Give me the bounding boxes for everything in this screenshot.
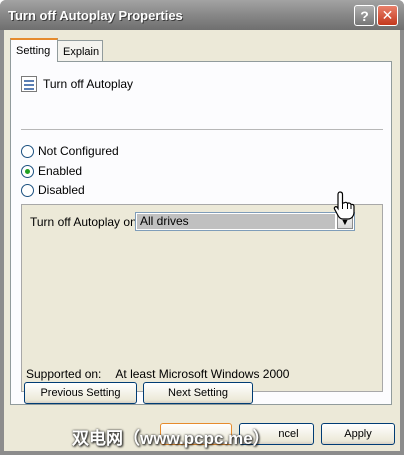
properties-dialog: Turn off Autoplay Properties ? ✕ Setting… [0,0,404,455]
watermark: 双电网（www.pcpc.me） [72,429,270,448]
radio-circle-icon[interactable] [21,183,34,197]
close-icon: ✕ [381,7,394,23]
window-title: Turn off Autoplay Properties [8,8,183,23]
tab-setting[interactable]: Setting [10,38,58,62]
option-label: Turn off Autoplay on: [30,215,141,229]
hand-cursor-icon [333,191,355,220]
radio-disabled[interactable]: Disabled [21,183,85,197]
help-icon: ? [360,7,369,24]
close-button[interactable]: ✕ [377,5,398,26]
setting-panel: Turn off Autoplay Not Configured Enabled… [10,61,392,405]
previous-setting-button[interactable]: Previous Setting [24,382,137,404]
supported-on: Supported on: At least Microsoft Windows… [26,367,289,381]
radio-enabled[interactable]: Enabled [21,164,82,178]
tab-explain[interactable]: Explain [57,40,103,62]
title-bar[interactable]: Turn off Autoplay Properties ? ✕ [0,0,404,30]
divider [21,129,383,130]
policy-icon [21,76,37,92]
supported-label: Supported on: [26,367,102,381]
dialog-client-area: Setting Explain Turn off Autoplay Not Co… [4,30,400,451]
radio-circle-icon[interactable] [21,144,34,158]
policy-header: Turn off Autoplay [21,76,133,92]
radio-label: Disabled [38,183,85,197]
radio-not-configured[interactable]: Not Configured [21,144,119,158]
supported-value: At least Microsoft Windows 2000 [115,367,290,381]
apply-button[interactable]: Apply [321,423,395,445]
dropdown-selected-value[interactable]: All drives [137,214,335,229]
radio-label: Enabled [38,164,83,178]
policy-name: Turn off Autoplay [43,77,134,91]
drives-dropdown[interactable]: All drives ▼ [135,212,355,231]
help-button[interactable]: ? [354,5,375,26]
next-setting-button[interactable]: Next Setting [143,382,253,404]
radio-checked-icon[interactable] [21,164,34,178]
radio-label: Not Configured [38,144,119,158]
options-box: Turn off Autoplay on: All drives ▼ [21,204,383,392]
